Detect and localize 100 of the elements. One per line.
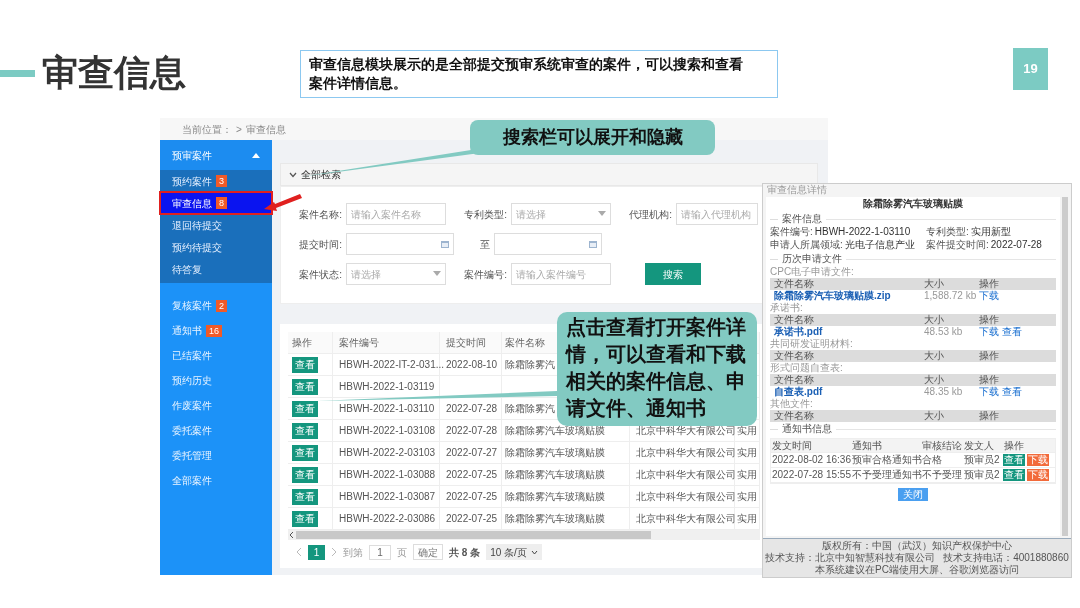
column-header: 案件编号 <box>339 336 379 350</box>
table-cell-text: 实用 <box>737 424 757 438</box>
breadcrumb-current[interactable]: 审查信息 <box>245 121 286 137</box>
view-button[interactable]: 查看 <box>1003 469 1025 481</box>
file-action-link[interactable]: 下载 <box>979 326 999 338</box>
next-page-icon[interactable] <box>331 547 337 557</box>
file-action-link[interactable]: 查看 <box>1002 386 1022 398</box>
view-button[interactable]: 查看 <box>1003 454 1025 466</box>
file-link[interactable]: 自查表.pdf <box>774 386 924 398</box>
goto-label: 到第 <box>343 545 363 560</box>
info-label: 案件编号: <box>770 226 813 239</box>
sidebar-item[interactable]: 委托案件 <box>160 418 272 443</box>
page-size-select[interactable]: 10 条/页 <box>486 544 542 560</box>
scrollbar-thumb[interactable] <box>296 531 651 539</box>
horizontal-scrollbar[interactable] <box>288 530 760 540</box>
column-header: 操作 <box>979 314 999 326</box>
page-button[interactable]: 1 <box>308 544 325 560</box>
file-link[interactable]: 除霜除雾汽车玻璃贴膜.zip <box>774 290 924 302</box>
view-button[interactable]: 查看 <box>292 422 318 439</box>
view-button[interactable]: 查看 <box>292 444 318 461</box>
field-label: 专利类型: <box>463 207 508 222</box>
detail-breadcrumb: 审查信息详情 <box>766 184 828 197</box>
scroll-left-icon[interactable] <box>288 531 296 539</box>
caret-icon <box>433 271 441 277</box>
table-cell-text: HBWH-2022-1-03088 <box>339 468 436 482</box>
vertical-scrollbar[interactable] <box>1062 197 1068 536</box>
view-button[interactable]: 查看 <box>292 356 318 373</box>
sidebar-item[interactable]: 预约历史 <box>160 368 272 393</box>
table-cell-text: HBWH-2022-1-03119 <box>339 380 435 394</box>
previous-page-icon[interactable] <box>296 547 302 557</box>
table-cell-text: 2022-07-25 <box>446 468 498 482</box>
sidebar-item[interactable]: 通知书 16 <box>160 318 272 343</box>
table-cell-text: HBWH-2022-2-03103 <box>339 446 436 460</box>
sidebar-item[interactable]: 审查信息 8 <box>160 192 272 214</box>
section-heading: 通知书信息 <box>782 423 832 435</box>
file-action-link[interactable]: 查看 <box>1002 326 1022 338</box>
page-input[interactable]: 1 <box>369 544 391 560</box>
count-badge: 8 <box>216 197 227 209</box>
sidebar-item[interactable]: 作废案件 <box>160 393 272 418</box>
count-badge: 16 <box>206 324 222 337</box>
caret-icon <box>598 211 606 217</box>
table-cell-text: 除霜除雾汽车玻璃贴膜 <box>505 490 605 504</box>
search-toggle[interactable]: 全部检索 <box>280 163 818 186</box>
breadcrumb-separator: > <box>236 122 242 137</box>
sidebar-item[interactable]: 退回待提交 <box>160 214 272 236</box>
download-button[interactable]: 下载 <box>1027 454 1049 466</box>
footer-text: 技术支持电话：4001880860 <box>943 552 1069 564</box>
search-button[interactable]: 搜索 <box>645 263 701 285</box>
footer-text: 技术支持：北京中知智慧科技有限公司 <box>765 552 936 564</box>
view-button[interactable]: 查看 <box>292 466 318 483</box>
select-field[interactable]: 请选择 <box>346 263 446 285</box>
view-button[interactable]: 查看 <box>292 378 318 395</box>
sidebar-group[interactable]: 预审案件 <box>160 140 272 170</box>
table-cell-text: 除霜除雾汽车玻璃贴膜 <box>505 512 605 526</box>
download-button[interactable]: 下载 <box>1027 469 1049 481</box>
file-size: 48.53 kb <box>924 326 964 338</box>
table-cell-text: 预审员2 <box>963 454 1001 466</box>
info-value: 光电子信息产业 <box>844 239 915 252</box>
table-cell-text: 除霜除雾汽车玻璃贴膜 <box>505 424 605 438</box>
input-field[interactable]: 请输入代理机构 <box>676 203 758 225</box>
file-group-label: 承诺书: <box>770 302 804 314</box>
field-label: 案件编号: <box>463 267 508 282</box>
sidebar-item[interactable]: 已结案件 <box>160 343 272 368</box>
date-field[interactable] <box>494 233 602 255</box>
table-cell-text: 北京中科华大有限公司 <box>636 446 736 460</box>
file-size: 48.35 kb <box>924 386 964 398</box>
info-value: 实用新型 <box>970 226 1011 239</box>
count-badge: 3 <box>216 175 227 187</box>
table-cell-text: 北京中科华大有限公司 <box>636 490 736 504</box>
select-field[interactable]: 请选择 <box>511 203 611 225</box>
file-link[interactable]: 承诺书.pdf <box>774 326 924 338</box>
info-label: 案件提交时间: <box>926 239 989 252</box>
sidebar-item[interactable]: 复核案件 2 <box>160 293 272 318</box>
caret-icon <box>252 152 260 158</box>
calendar-icon <box>441 240 449 248</box>
table-cell-text: 实用 <box>737 446 757 460</box>
detail-title: 除霜除雾汽车玻璃贴膜 <box>862 198 964 211</box>
confirm-button[interactable]: 确定 <box>413 544 443 560</box>
input-field[interactable]: 请输入案件名称 <box>346 203 446 225</box>
view-button[interactable]: 查看 <box>292 400 318 417</box>
sidebar-item[interactable]: 委托管理 <box>160 443 272 468</box>
sidebar-item[interactable]: 预约案件 3 <box>160 170 272 192</box>
file-action-link[interactable]: 下载 <box>979 290 999 302</box>
slide-title: 审查信息 <box>42 51 186 95</box>
sidebar-item[interactable]: 全部案件 <box>160 468 272 493</box>
table-cell-text: HBWH-2022-IT-2-031... <box>339 358 445 372</box>
page-unit: 页 <box>397 545 407 560</box>
view-button[interactable]: 查看 <box>292 510 318 527</box>
column-header: 操作 <box>979 410 999 422</box>
table-cell-text: HBWH-2022-1-03110 <box>339 402 435 416</box>
close-button[interactable]: 关闭 <box>898 488 928 501</box>
input-field[interactable]: 请输入案件编号 <box>511 263 611 285</box>
view-button[interactable]: 查看 <box>292 488 318 505</box>
column-header: 发文人 <box>963 439 995 452</box>
table-cell: 2022-07-28 15:55 <box>771 469 851 481</box>
sidebar-item[interactable]: 待答复 <box>160 258 272 280</box>
sidebar-item[interactable]: 预约待提交 <box>160 236 272 258</box>
date-field[interactable] <box>346 233 454 255</box>
file-action-link[interactable]: 下载 <box>979 386 999 398</box>
info-label: 专利类型: <box>926 226 969 239</box>
